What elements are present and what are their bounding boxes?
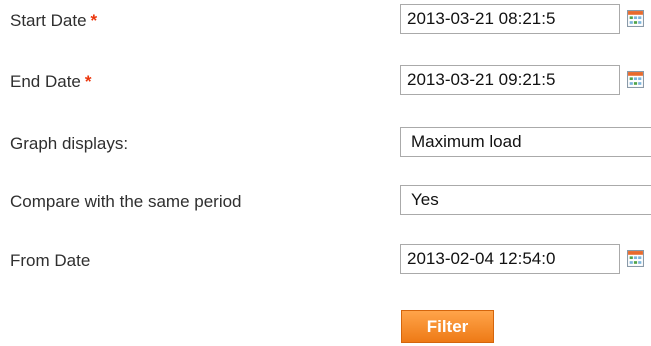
end-date-row: End Date * 2013-03-21 09:21:5 bbox=[0, 65, 651, 99]
graph-displays-select[interactable]: Maximum load bbox=[400, 127, 651, 157]
from-date-row: From Date 2013-02-04 12:54:0 bbox=[0, 244, 651, 278]
compare-row: Compare with the same period Yes bbox=[0, 185, 651, 219]
calendar-icon[interactable] bbox=[627, 71, 644, 88]
end-date-label-text: End Date bbox=[10, 72, 81, 91]
start-date-row: Start Date * 2013-03-21 08:21:5 bbox=[0, 4, 651, 38]
calendar-icon[interactable] bbox=[627, 250, 644, 267]
graph-displays-row: Graph displays: Maximum load bbox=[0, 127, 651, 161]
compare-select[interactable]: Yes bbox=[400, 185, 651, 215]
calendar-icon[interactable] bbox=[627, 10, 644, 27]
from-date-label: From Date bbox=[10, 251, 91, 270]
from-date-input[interactable]: 2013-02-04 12:54:0 bbox=[400, 244, 620, 274]
start-date-label-text: Start Date bbox=[10, 11, 87, 30]
end-date-label: End Date * bbox=[10, 72, 92, 92]
compare-label: Compare with the same period bbox=[10, 192, 242, 211]
required-marker: * bbox=[90, 11, 98, 30]
filter-button[interactable]: Filter bbox=[401, 310, 494, 343]
start-date-label: Start Date * bbox=[10, 11, 97, 31]
start-date-input[interactable]: 2013-03-21 08:21:5 bbox=[400, 4, 620, 34]
end-date-input[interactable]: 2013-03-21 09:21:5 bbox=[400, 65, 620, 95]
graph-displays-label: Graph displays: bbox=[10, 134, 129, 153]
required-marker: * bbox=[84, 72, 92, 91]
